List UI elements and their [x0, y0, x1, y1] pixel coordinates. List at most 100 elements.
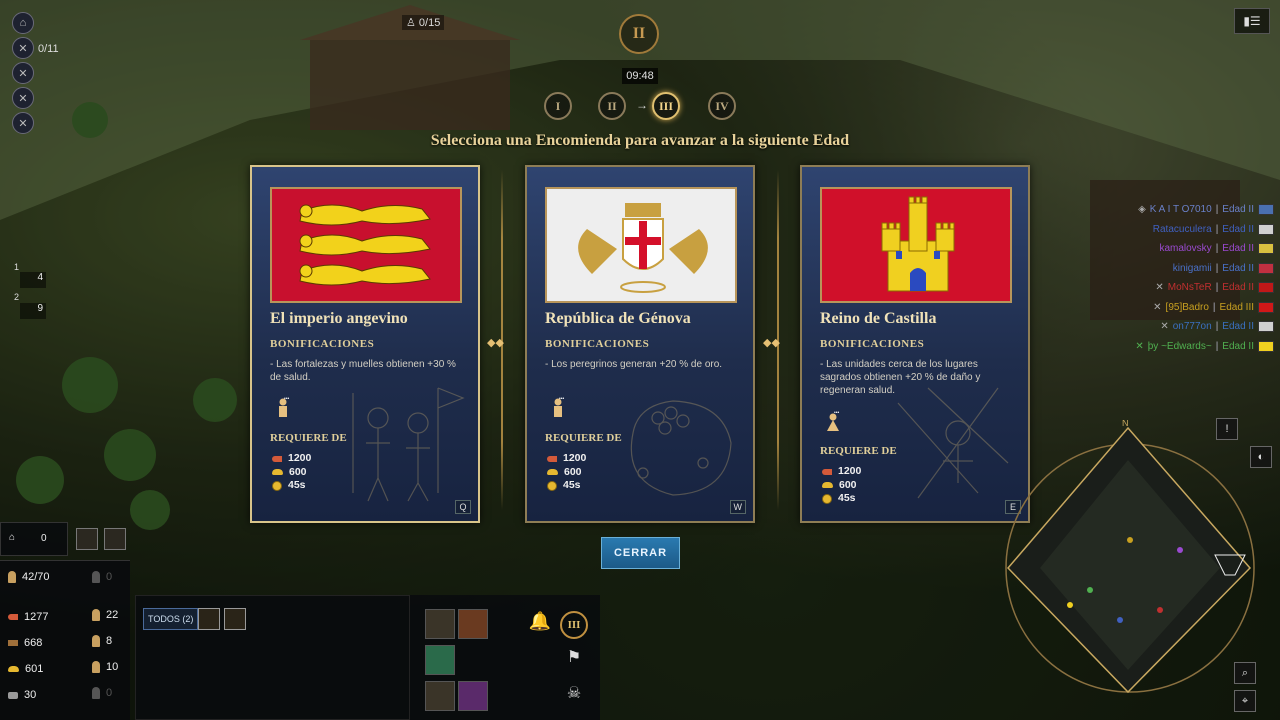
villager-portrait-icon[interactable] — [425, 609, 455, 639]
signal-icon[interactable]: ⌖ — [1234, 690, 1256, 712]
pilgrim-unit-icon: ••• — [554, 397, 565, 417]
cost-list: 1200 600 45s — [822, 465, 861, 506]
swap-arrows-icon: ◆◆ — [487, 337, 504, 349]
select-all-button[interactable]: TODOS (2) — [143, 608, 199, 630]
gold-cost: 600 — [564, 465, 582, 478]
control-group-1[interactable]: 4 — [20, 272, 46, 288]
zoom-icon[interactable]: ⌕ — [1234, 662, 1256, 684]
player-row[interactable]: kamalovsky | Edad II — [1108, 239, 1274, 259]
wood-villager-count: 8 — [106, 635, 113, 647]
age-1-pip: I — [544, 92, 572, 120]
military-icon[interactable]: ✕ — [12, 62, 34, 84]
build-time: 45s — [563, 479, 581, 491]
age-progression: I II → III IV — [540, 92, 740, 122]
genoa-crest-icon — [547, 189, 735, 301]
gold-villager-count: 10 — [106, 661, 119, 673]
command-panel: 🔔 III ⚑ ☠ — [410, 595, 600, 720]
town-center-counter[interactable]: ⌂ 0 — [0, 522, 68, 556]
landmark-card-genoa[interactable]: República de Génova BONIFICACIONES - Los… — [525, 165, 755, 523]
control-group-1-count: 4 — [37, 272, 43, 283]
gold-villagers[interactable]: 10 — [92, 661, 118, 673]
player-row[interactable]: ✕ [95]Badro | Edad III — [1108, 298, 1274, 318]
gold-stock: 601 — [25, 663, 44, 675]
battle-sketch — [897, 387, 1009, 499]
player-row[interactable]: Ratacuculera | Edad II — [1108, 220, 1274, 240]
wood-icon — [8, 640, 18, 646]
cancel-icon[interactable] — [458, 681, 488, 711]
hotkey-badge: W — [729, 500, 746, 514]
player-age: Edad II — [1222, 282, 1254, 294]
gold-icon — [272, 469, 283, 476]
player-row[interactable]: ◈ K A I T O7010 | Edad II — [1108, 200, 1274, 220]
bell-icon[interactable]: 🔔 — [526, 611, 554, 639]
villagers-group-icon[interactable] — [425, 681, 455, 711]
landmark-card-angevin[interactable]: El imperio angevino BONIFICACIONES - Las… — [250, 165, 480, 523]
skull-icon[interactable]: ☠ — [560, 683, 588, 711]
player-row[interactable]: ✕ MoNsTeR | Edad II — [1108, 278, 1274, 298]
hotkey-badge: Q — [455, 500, 471, 514]
food-icon — [8, 614, 18, 620]
bonus-heading: BONIFICACIONES — [270, 338, 375, 350]
villager-queue-icon[interactable] — [76, 528, 98, 550]
control-group-2[interactable]: 9 — [20, 303, 46, 319]
food-row: 1277 — [8, 611, 48, 623]
gold-row: 601 — [8, 663, 43, 675]
player-row[interactable]: ✕ þy ~Edwards~ | Edad II — [1108, 337, 1274, 357]
stone-stock: 30 — [24, 689, 37, 701]
player-name: [95]Badro — [1165, 301, 1209, 313]
selection-panel: TODOS (2) — [135, 595, 410, 720]
town-center-icon[interactable]: ⌂ — [12, 12, 34, 34]
control-group-2-key: 2 — [14, 292, 20, 302]
wood-villagers[interactable]: 8 — [92, 635, 112, 647]
food-cost: 1200 — [838, 465, 862, 477]
landmark-selection-heading: Selecciona una Encomienda para avanzar a… — [430, 132, 850, 149]
requires-heading: REQUIERE DE — [820, 445, 897, 457]
villager-icon — [92, 609, 100, 621]
landmark-card-castile[interactable]: Reino de Castilla BONIFICACIONES - Las u… — [800, 165, 1030, 523]
trade-icon[interactable]: ✕ — [12, 112, 34, 134]
minimap[interactable]: N — [1000, 418, 1260, 700]
control-group-1-key: 1 — [14, 262, 20, 272]
selected-unit-icon[interactable] — [198, 608, 220, 630]
time-icon — [822, 493, 832, 504]
player-name: þy ~Edwards~ — [1147, 340, 1212, 352]
economy-building-icon[interactable] — [425, 645, 455, 675]
villager-queue-icon[interactable] — [104, 528, 126, 550]
soldiers-sketch — [352, 387, 465, 502]
close-button[interactable]: CERRAR — [601, 537, 680, 569]
stone-row: 30 — [8, 689, 36, 701]
time-icon — [272, 480, 282, 491]
player-name: Ratacuculera — [1152, 223, 1212, 235]
age-2-pip: II — [598, 92, 626, 120]
civ-flag-icon — [1258, 243, 1274, 255]
villager-icon — [92, 571, 100, 583]
age-3-pip: III — [652, 92, 680, 120]
card-title: El imperio angevino — [270, 310, 408, 327]
player-row[interactable]: ✕ on777on | Edad II — [1108, 317, 1274, 337]
food-villager-count: 22 — [106, 609, 119, 621]
town-center-count: 0 — [41, 533, 47, 544]
control-group-2-count: 9 — [37, 303, 43, 314]
player-list: ◈ K A I T O7010 | Edad II Ratacuculera |… — [1108, 200, 1274, 356]
rally-flag-icon[interactable]: ⚑ — [560, 647, 588, 675]
food-icon — [822, 468, 832, 475]
age-up-icon[interactable]: III — [560, 611, 588, 639]
villager-icon — [92, 687, 100, 699]
current-age-badge[interactable]: II — [619, 14, 659, 54]
stone-villagers[interactable]: 0 — [92, 687, 112, 699]
wood-row: 668 — [8, 637, 42, 649]
idle-villager-icon[interactable]: ✕ — [12, 37, 34, 59]
player-name: kinigamii — [1172, 262, 1212, 274]
population-icon — [8, 571, 16, 583]
castile-flag — [820, 187, 1012, 303]
scout-icon[interactable]: ✕ — [12, 87, 34, 109]
selected-unit-icon[interactable] — [224, 608, 246, 630]
population-row: 42/70 — [8, 571, 50, 583]
age-4-pip: IV — [708, 92, 736, 120]
player-age: Edad III — [1219, 301, 1254, 313]
player-row[interactable]: kinigamii | Edad II — [1108, 259, 1274, 279]
card-title: República de Génova — [545, 310, 691, 327]
build-icon[interactable] — [458, 609, 488, 639]
food-villagers[interactable]: 22 — [92, 609, 118, 621]
menu-button[interactable]: ▮☰ — [1234, 8, 1270, 34]
